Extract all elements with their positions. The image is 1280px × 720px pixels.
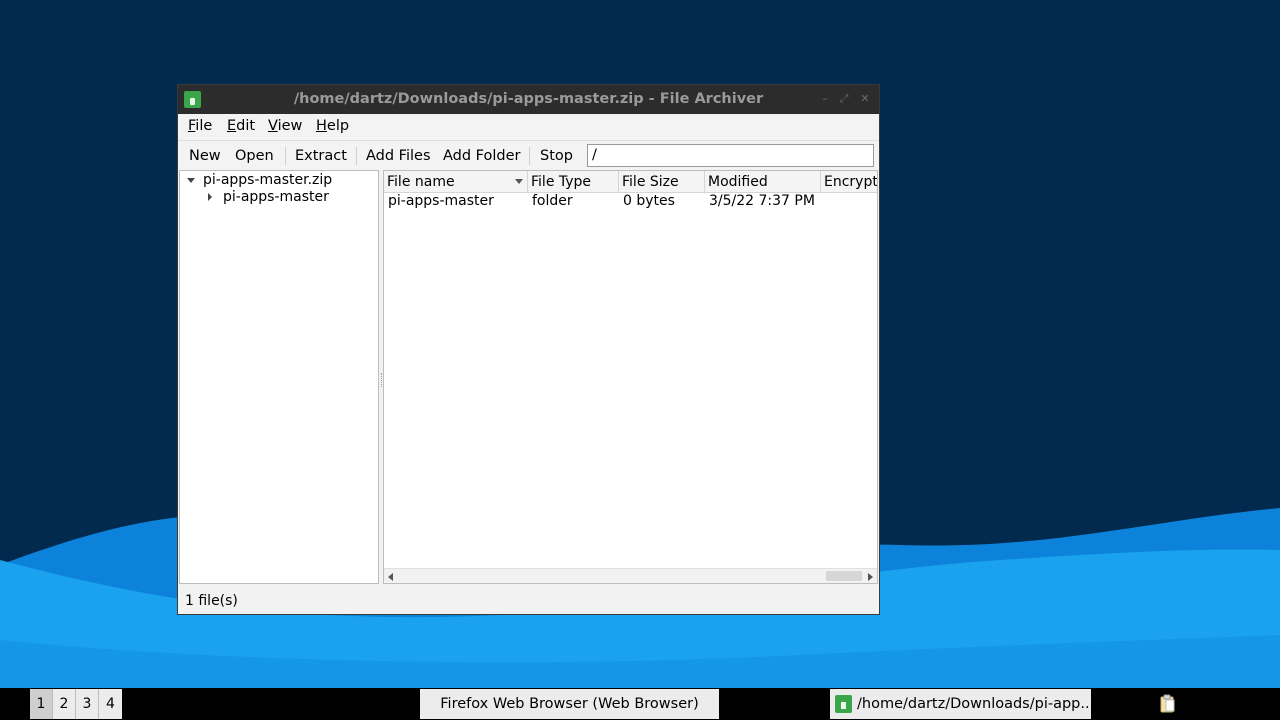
expand-down-icon[interactable] — [187, 178, 195, 183]
expand-right-icon[interactable] — [208, 193, 212, 201]
taskbar: 1 2 3 4 Firefox Web Browser (Web Browser… — [0, 688, 1280, 720]
menu-file[interactable]: File — [188, 118, 212, 134]
cell-file-type: folder — [532, 193, 573, 209]
column-header-encrypted[interactable]: Encrypte — [821, 171, 877, 193]
column-header-label: File name — [387, 174, 455, 190]
close-icon[interactable]: ✕ — [859, 93, 871, 105]
menu-help[interactable]: Help — [316, 118, 349, 134]
menu-help-label: elp — [326, 118, 350, 134]
file-list[interactable]: File name File Type File Size Modified E… — [383, 170, 878, 584]
menu-edit-label: dit — [236, 118, 256, 134]
menubar: File Edit View Help — [178, 114, 879, 140]
workspace-4[interactable]: 4 — [99, 689, 122, 719]
scroll-left-icon[interactable] — [388, 573, 393, 581]
toolbar-separator — [356, 147, 357, 165]
tree-item-root[interactable]: pi-apps-master.zip — [203, 172, 332, 188]
column-header-file-size[interactable]: File Size — [619, 171, 705, 193]
workspace-2[interactable]: 2 — [53, 689, 76, 719]
menu-file-label: ile — [195, 118, 213, 134]
cell-modified: 3/5/22 7:37 PM — [709, 193, 815, 209]
workspace-1[interactable]: 1 — [30, 689, 53, 719]
toolbar: New Open Extract Add Files Add Folder St… — [178, 140, 879, 170]
add-folder-button[interactable]: Add Folder — [443, 148, 521, 164]
cell-file-name: pi-apps-master — [388, 193, 494, 209]
workspace-3[interactable]: 3 — [76, 689, 99, 719]
sort-descending-icon — [515, 179, 523, 184]
task-firefox[interactable]: Firefox Web Browser (Web Browser) — [420, 689, 719, 719]
horizontal-scrollbar[interactable] — [384, 568, 877, 583]
menu-view-label: iew — [277, 118, 303, 134]
folder-tree[interactable]: pi-apps-master.zip pi-apps-master — [179, 170, 379, 584]
column-header-modified[interactable]: Modified — [705, 171, 821, 193]
status-bar: 1 file(s) — [178, 586, 879, 614]
menu-edit-mnemonic: E — [227, 118, 237, 134]
window-titlebar[interactable]: /home/dartz/Downloads/pi-apps-master.zip… — [178, 85, 879, 114]
task-firefox-label: Firefox Web Browser (Web Browser) — [440, 696, 699, 712]
menu-view-mnemonic: V — [268, 118, 278, 134]
menu-view[interactable]: View — [268, 118, 302, 134]
task-file-archiver-label: /home/dartz/Downloads/pi-app... — [857, 696, 1091, 712]
file-archiver-window: /home/dartz/Downloads/pi-apps-master.zip… — [177, 84, 880, 615]
open-button[interactable]: Open — [235, 148, 274, 164]
new-button[interactable]: New — [189, 148, 221, 164]
maximize-icon[interactable]: ⤢ — [838, 93, 850, 105]
status-text: 1 file(s) — [185, 593, 238, 609]
location-input[interactable]: / — [587, 144, 874, 167]
scroll-right-icon[interactable] — [868, 573, 873, 581]
tree-item-child[interactable]: pi-apps-master — [223, 189, 329, 205]
menu-help-mnemonic: H — [316, 118, 327, 134]
cell-file-size: 0 bytes — [623, 193, 675, 209]
task-file-archiver[interactable]: /home/dartz/Downloads/pi-app... — [830, 689, 1091, 719]
archive-app-icon — [184, 91, 201, 108]
extract-button[interactable]: Extract — [295, 148, 347, 164]
window-title: /home/dartz/Downloads/pi-apps-master.zip… — [293, 91, 764, 107]
column-header-file-type[interactable]: File Type — [528, 171, 619, 193]
minimize-icon[interactable]: – — [819, 93, 831, 105]
toolbar-separator — [529, 147, 530, 165]
toolbar-separator — [285, 147, 286, 165]
add-files-button[interactable]: Add Files — [366, 148, 431, 164]
clipboard-icon[interactable] — [1157, 694, 1177, 714]
column-header-file-name[interactable]: File name — [384, 171, 528, 193]
archive-app-icon — [835, 695, 852, 713]
stop-button[interactable]: Stop — [540, 148, 573, 164]
menu-edit[interactable]: Edit — [227, 118, 255, 134]
scrollbar-thumb[interactable] — [826, 571, 862, 581]
